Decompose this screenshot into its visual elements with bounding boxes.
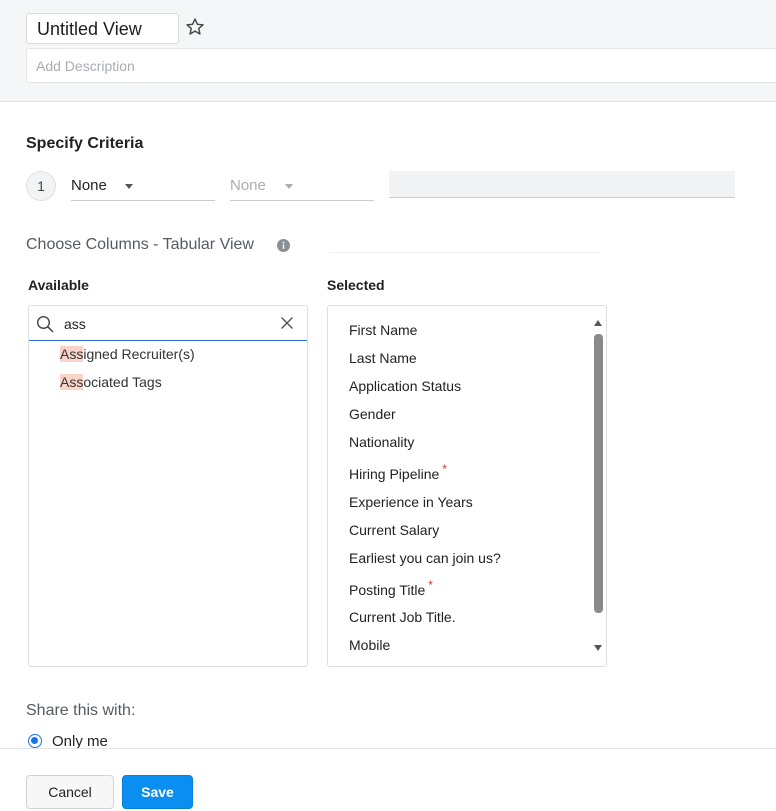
- required-marker: *: [428, 578, 433, 592]
- selected-item[interactable]: Last Name: [349, 350, 417, 366]
- scrollbar-thumb[interactable]: [594, 334, 603, 613]
- share-title: Share this with:: [26, 702, 136, 719]
- column-search-input[interactable]: [64, 313, 274, 335]
- search-icon: [36, 315, 54, 333]
- selected-item[interactable]: Earliest you can join us?: [349, 550, 501, 566]
- caret-down-icon: [125, 184, 133, 189]
- only-me-radio[interactable]: [28, 734, 42, 748]
- view-name-input[interactable]: Untitled View: [26, 13, 179, 44]
- selected-item-label: Nationality: [349, 434, 415, 450]
- selected-item-label: Posting Title: [349, 582, 426, 598]
- available-item-label: igned Recruiter(s): [83, 346, 195, 362]
- selected-item[interactable]: Current Salary: [349, 522, 439, 538]
- selected-item[interactable]: Mobile: [349, 637, 390, 653]
- specify-criteria-title: Specify Criteria: [26, 135, 144, 152]
- selected-item[interactable]: Current Job Title.: [349, 609, 456, 625]
- selected-item[interactable]: Posting Title *: [349, 578, 433, 598]
- criteria-row-number: 1: [26, 171, 56, 201]
- match-highlight: Ass: [60, 346, 84, 362]
- caret-down-icon: [285, 184, 293, 189]
- selected-item-label: Gender: [349, 406, 396, 422]
- criteria-field-value: None: [71, 177, 107, 194]
- save-button[interactable]: Save: [122, 775, 193, 809]
- view-header: Untitled View Add Description: [0, 0, 776, 102]
- selected-item-label: Application Status: [349, 378, 462, 394]
- selected-item-label: Current Job Title.: [349, 609, 456, 625]
- choose-columns-title: Choose Columns - Tabular View: [26, 236, 254, 253]
- selected-item[interactable]: Nationality: [349, 434, 414, 450]
- description-input[interactable]: Add Description: [26, 48, 776, 83]
- selected-item[interactable]: Hiring Pipeline *: [349, 462, 447, 482]
- criteria-value-input[interactable]: [389, 171, 735, 198]
- selected-item-label: Current Salary: [349, 522, 440, 538]
- criteria-operator-select[interactable]: None: [230, 171, 374, 201]
- selected-item[interactable]: Experience in Years: [349, 494, 473, 510]
- footer-bar: Cancel Save: [0, 748, 776, 811]
- selected-item-label: First Name: [349, 322, 418, 338]
- divider: [330, 252, 600, 253]
- selected-item[interactable]: Gender: [349, 406, 396, 422]
- scroll-down-arrow-icon[interactable]: [594, 645, 602, 651]
- available-columns-list: Assigned Recruiter(s) Associated Tags: [28, 305, 308, 667]
- criteria-field-select[interactable]: None: [71, 171, 215, 201]
- selected-item[interactable]: Application Status: [349, 378, 461, 394]
- column-search: [29, 306, 307, 341]
- available-item[interactable]: Assigned Recruiter(s): [60, 346, 195, 362]
- available-label: Available: [28, 277, 89, 293]
- criteria-operator-value: None: [230, 177, 266, 194]
- match-highlight: Ass: [60, 374, 84, 390]
- scroll-up-arrow-icon[interactable]: [594, 320, 602, 326]
- selected-label: Selected: [327, 277, 385, 293]
- star-icon[interactable]: [185, 17, 205, 37]
- available-item[interactable]: Associated Tags: [60, 374, 162, 390]
- close-icon[interactable]: [280, 316, 294, 330]
- selected-item-label: Earliest you can join us?: [349, 550, 501, 566]
- selected-item-label: Hiring Pipeline: [349, 466, 440, 482]
- selected-item-label: Mobile: [349, 637, 391, 653]
- selected-item[interactable]: First Name: [349, 322, 417, 338]
- selected-item-label: Experience in Years: [349, 494, 473, 510]
- cancel-button[interactable]: Cancel: [26, 775, 114, 809]
- selected-columns-list: First Name Last Name Application Status …: [327, 305, 607, 667]
- available-item-label: ociated Tags: [83, 374, 162, 390]
- selected-item-label: Last Name: [349, 350, 417, 366]
- required-marker: *: [442, 462, 447, 476]
- info-icon[interactable]: [277, 239, 290, 252]
